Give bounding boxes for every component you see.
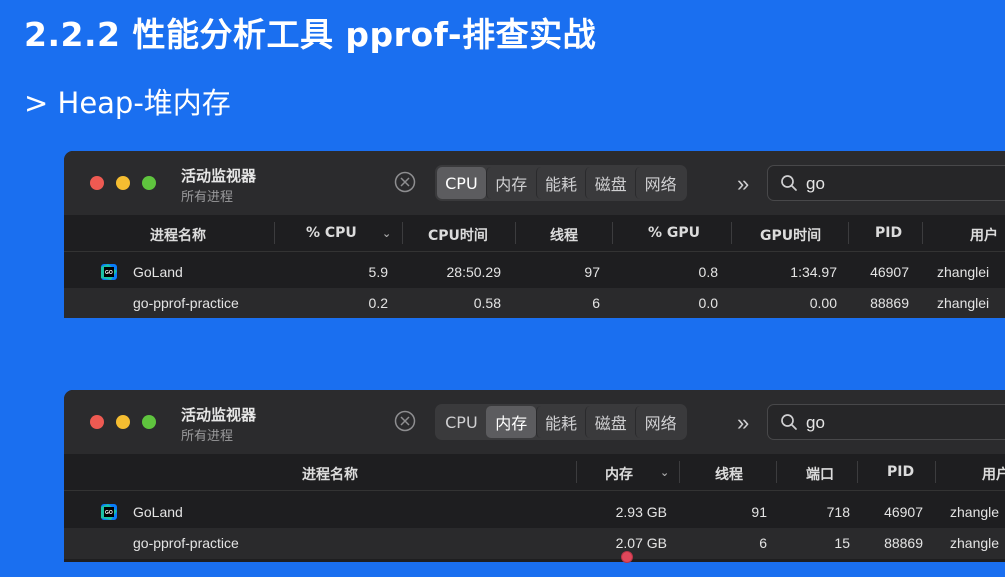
- tab-network[interactable]: 网络: [635, 167, 685, 199]
- column-user[interactable]: 用户: [970, 225, 998, 245]
- process-name: go-pprof-practice: [133, 295, 239, 311]
- table-row[interactable]: go-pprof-practice 2.07 GB 6 15 88869 zha…: [64, 528, 1005, 559]
- column-gpu-time[interactable]: GPU时间: [760, 225, 821, 245]
- pid: 46907: [870, 264, 909, 280]
- goland-icon: GO: [101, 504, 117, 520]
- zoom-window-button[interactable]: [142, 415, 156, 429]
- user: zhanglei: [937, 264, 990, 280]
- gpu-time: 0.00: [809, 295, 837, 311]
- table-row[interactable]: GO GoLand 5.9 28:50.29 97 0.8 1:34.97 46…: [64, 257, 1005, 288]
- user: zhanglei: [937, 295, 990, 311]
- tab-network[interactable]: 网络: [635, 406, 685, 438]
- tab-disk[interactable]: 磁盘: [585, 406, 635, 438]
- cpu-time: 28:50.29: [446, 264, 502, 280]
- zoom-window-button[interactable]: [142, 176, 156, 190]
- app-subtitle[interactable]: 所有进程: [181, 186, 233, 205]
- tab-energy[interactable]: 能耗: [535, 406, 586, 438]
- table-header: 进程名称 内存 ⌄ 线程 端口 PID 用户: [64, 454, 1005, 491]
- column-gpu-percent[interactable]: % GPU: [648, 225, 700, 241]
- ports: 15: [834, 535, 850, 551]
- column-pid[interactable]: PID: [887, 464, 914, 480]
- tab-segmented-control: CPU 内存 能耗 磁盘 网络: [435, 165, 687, 201]
- search-field[interactable]: go: [767, 404, 1005, 440]
- column-process-name[interactable]: 进程名称: [302, 464, 358, 484]
- pid: 46907: [884, 504, 923, 520]
- column-cpu-time[interactable]: CPU时间: [428, 225, 488, 245]
- search-field[interactable]: go: [767, 165, 1005, 201]
- pid: 88869: [884, 535, 923, 551]
- process-name: GoLand: [133, 264, 183, 280]
- minimize-window-button[interactable]: [116, 176, 130, 190]
- minimize-window-button[interactable]: [116, 415, 130, 429]
- column-memory[interactable]: 内存: [605, 464, 633, 484]
- sort-descending-icon[interactable]: ⌄: [382, 227, 391, 240]
- threads: 97: [584, 264, 600, 280]
- pointer-dot-icon: [621, 551, 633, 563]
- tab-segmented-control: CPU 内存 能耗 磁盘 网络: [435, 404, 687, 440]
- app-title: 活动监视器: [181, 406, 257, 424]
- column-threads[interactable]: 线程: [715, 464, 743, 484]
- goland-icon: GO: [101, 264, 117, 280]
- overflow-chevron-icon[interactable]: »: [737, 410, 749, 436]
- close-window-button[interactable]: [90, 176, 104, 190]
- stop-process-icon[interactable]: [394, 171, 416, 193]
- gpu-percent: 0.8: [698, 264, 718, 280]
- table-row[interactable]: GO GoLand 2.93 GB 91 718 46907 zhangle: [64, 497, 1005, 528]
- gpu-time: 1:34.97: [790, 264, 837, 280]
- cpu-percent: 0.2: [368, 295, 388, 311]
- column-ports[interactable]: 端口: [806, 464, 834, 484]
- activity-monitor-window-cpu: 活动监视器 所有进程 CPU 内存 能耗 磁盘 网络 » go 进程名称 % C…: [64, 151, 1005, 318]
- column-threads[interactable]: 线程: [550, 225, 578, 245]
- close-window-button[interactable]: [90, 415, 104, 429]
- process-name: GoLand: [133, 504, 183, 520]
- tab-energy[interactable]: 能耗: [535, 167, 586, 199]
- user: zhangle: [950, 535, 1000, 551]
- threads: 91: [751, 504, 767, 520]
- titlebar: 活动监视器 所有进程 CPU 内存 能耗 磁盘 网络 » go: [64, 151, 1005, 215]
- slide-title: 2.2.2 性能分析工具 pprof-排查实战: [24, 15, 597, 54]
- cpu-time: 0.58: [473, 295, 501, 311]
- tab-disk[interactable]: 磁盘: [585, 167, 635, 199]
- activity-monitor-window-memory: 活动监视器 所有进程 CPU 内存 能耗 磁盘 网络 » go 进程名称 内存 …: [64, 390, 1005, 562]
- user: zhangle: [950, 504, 1000, 520]
- threads: 6: [759, 535, 767, 551]
- tab-cpu[interactable]: CPU: [437, 167, 486, 199]
- svg-text:GO: GO: [105, 510, 113, 516]
- column-pid[interactable]: PID: [875, 225, 902, 241]
- search-input[interactable]: go: [806, 413, 825, 433]
- pid: 88869: [870, 295, 909, 311]
- search-icon: [781, 414, 797, 430]
- column-user[interactable]: 用户: [982, 464, 1005, 484]
- app-subtitle[interactable]: 所有进程: [181, 425, 233, 444]
- stop-process-icon[interactable]: [394, 410, 416, 432]
- sort-descending-icon[interactable]: ⌄: [660, 466, 669, 479]
- tab-memory[interactable]: 内存: [485, 406, 536, 438]
- column-process-name[interactable]: 进程名称: [150, 225, 206, 245]
- app-title: 活动监视器: [181, 167, 257, 185]
- gpu-percent: 0.0: [698, 295, 718, 311]
- table-row[interactable]: go-pprof-practice 0.2 0.58 6 0.0 0.00 88…: [64, 288, 1005, 318]
- titlebar: 活动监视器 所有进程 CPU 内存 能耗 磁盘 网络 » go: [64, 390, 1005, 454]
- threads: 6: [592, 295, 600, 311]
- memory: 2.93 GB: [615, 504, 667, 520]
- tab-cpu[interactable]: CPU: [437, 406, 486, 438]
- cpu-percent: 5.9: [368, 264, 388, 280]
- svg-text:GO: GO: [105, 270, 113, 276]
- memory: 2.07 GB: [615, 535, 667, 551]
- column-cpu-percent[interactable]: % CPU: [306, 225, 357, 241]
- table-header: 进程名称 % CPU ⌄ CPU时间 线程 % GPU GPU时间 PID 用户: [64, 215, 1005, 252]
- search-icon: [781, 175, 797, 191]
- search-input[interactable]: go: [806, 174, 825, 194]
- tab-memory[interactable]: 内存: [485, 167, 536, 199]
- slide-subtitle: > Heap-堆内存: [24, 86, 231, 120]
- overflow-chevron-icon[interactable]: »: [737, 171, 749, 197]
- ports: 718: [826, 504, 850, 520]
- process-name: go-pprof-practice: [133, 535, 239, 551]
